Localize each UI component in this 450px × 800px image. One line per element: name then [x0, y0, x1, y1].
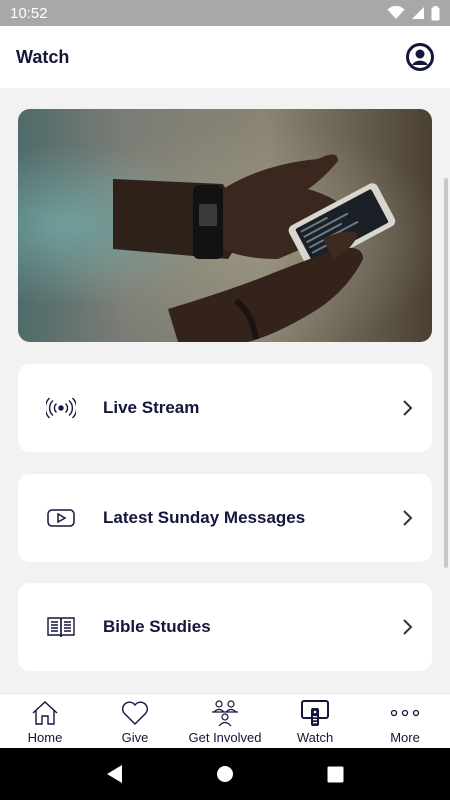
open-book-icon: [46, 612, 76, 642]
heart-icon: [121, 698, 149, 728]
status-time: 10:52: [10, 4, 48, 22]
profile-avatar-icon[interactable]: [406, 43, 434, 71]
system-nav-bar: [0, 748, 450, 800]
tab-label: Home: [27, 730, 63, 745]
chevron-right-icon: [403, 619, 413, 635]
tab-label: More: [390, 730, 420, 745]
app-header: Watch: [0, 26, 450, 88]
more-dots-icon: [390, 698, 420, 728]
menu-card-bible-studies[interactable]: Bible Studies: [18, 583, 432, 671]
people-icon: [211, 698, 239, 728]
tab-watch[interactable]: Watch: [270, 694, 360, 748]
chevron-right-icon: [403, 510, 413, 526]
recents-icon[interactable]: [327, 766, 344, 783]
tab-give[interactable]: Give: [90, 694, 180, 748]
home-circle-icon[interactable]: [216, 765, 234, 783]
tv-remote-icon: [301, 698, 329, 728]
status-bar: 10:52: [0, 0, 450, 26]
tab-label: Watch: [296, 730, 334, 745]
hero-image: [18, 109, 432, 342]
tab-more[interactable]: More: [360, 694, 450, 748]
page-title: Watch: [16, 46, 70, 67]
menu-label: Live Stream: [103, 398, 200, 417]
content-scroll-area[interactable]: Live Stream Latest Sunday Messages Bible…: [0, 88, 450, 693]
bottom-tab-bar: Home Give Get Involved Watch More: [0, 693, 450, 748]
chevron-right-icon: [403, 400, 413, 416]
signal-icon: [412, 7, 424, 19]
scrollbar[interactable]: [444, 178, 448, 568]
tab-home[interactable]: Home: [0, 694, 90, 748]
status-icons: [387, 5, 440, 21]
tab-label: Give: [121, 730, 149, 745]
tab-get-involved[interactable]: Get Involved: [180, 694, 270, 748]
live-broadcast-icon: [46, 393, 76, 423]
video-play-icon: [46, 503, 76, 533]
menu-card-latest-sunday-messages[interactable]: Latest Sunday Messages: [18, 474, 432, 562]
menu-label: Bible Studies: [103, 617, 211, 636]
home-icon: [31, 698, 59, 728]
menu-label: Latest Sunday Messages: [103, 508, 306, 527]
back-icon[interactable]: [106, 764, 124, 784]
wifi-icon: [387, 6, 405, 19]
menu-card-live-stream[interactable]: Live Stream: [18, 364, 432, 452]
tab-label: Get Involved: [188, 730, 262, 745]
battery-icon: [431, 5, 440, 20]
